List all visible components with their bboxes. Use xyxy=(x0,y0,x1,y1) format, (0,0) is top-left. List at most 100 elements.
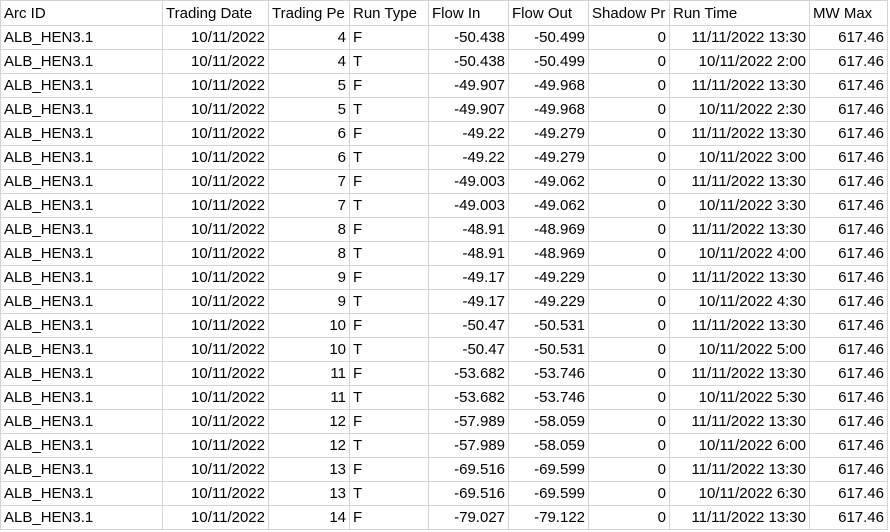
cell-flow-out[interactable]: -48.969 xyxy=(508,217,589,242)
cell-run-type[interactable]: F xyxy=(349,409,429,434)
cell-arc-id[interactable]: ALB_HEN3.1 xyxy=(0,289,163,314)
cell-flow-in[interactable]: -53.682 xyxy=(428,385,509,410)
cell-trading-date[interactable]: 10/11/2022 xyxy=(162,409,269,434)
cell-trading-date[interactable]: 10/11/2022 xyxy=(162,361,269,386)
cell-trading-period[interactable]: 7 xyxy=(268,169,350,194)
header-cell-run-time[interactable]: Run Time xyxy=(669,0,810,26)
cell-arc-id[interactable]: ALB_HEN3.1 xyxy=(0,217,163,242)
cell-arc-id[interactable]: ALB_HEN3.1 xyxy=(0,385,163,410)
cell-shadow-price[interactable]: 0 xyxy=(588,241,670,266)
cell-arc-id[interactable]: ALB_HEN3.1 xyxy=(0,25,163,50)
header-cell-trading-date[interactable]: Trading Date xyxy=(162,0,269,26)
cell-flow-out[interactable]: -49.968 xyxy=(508,97,589,122)
cell-shadow-price[interactable]: 0 xyxy=(588,337,670,362)
cell-arc-id[interactable]: ALB_HEN3.1 xyxy=(0,169,163,194)
cell-trading-date[interactable]: 10/11/2022 xyxy=(162,337,269,362)
cell-shadow-price[interactable]: 0 xyxy=(588,481,670,506)
cell-flow-in[interactable]: -48.91 xyxy=(428,217,509,242)
cell-flow-out[interactable]: -58.059 xyxy=(508,433,589,458)
cell-trading-date[interactable]: 10/11/2022 xyxy=(162,241,269,266)
cell-shadow-price[interactable]: 0 xyxy=(588,361,670,386)
cell-flow-out[interactable]: -53.746 xyxy=(508,361,589,386)
cell-trading-date[interactable]: 10/11/2022 xyxy=(162,145,269,170)
cell-arc-id[interactable]: ALB_HEN3.1 xyxy=(0,505,163,530)
cell-run-type[interactable]: T xyxy=(349,97,429,122)
cell-shadow-price[interactable]: 0 xyxy=(588,313,670,338)
cell-flow-in[interactable]: -49.003 xyxy=(428,169,509,194)
cell-run-type[interactable]: T xyxy=(349,385,429,410)
cell-run-time[interactable]: 11/11/2022 13:30 xyxy=(669,25,810,50)
cell-arc-id[interactable]: ALB_HEN3.1 xyxy=(0,265,163,290)
cell-trading-period[interactable]: 4 xyxy=(268,49,350,74)
cell-trading-period[interactable]: 12 xyxy=(268,433,350,458)
cell-flow-out[interactable]: -49.968 xyxy=(508,73,589,98)
cell-arc-id[interactable]: ALB_HEN3.1 xyxy=(0,361,163,386)
cell-run-type[interactable]: T xyxy=(349,433,429,458)
cell-arc-id[interactable]: ALB_HEN3.1 xyxy=(0,481,163,506)
cell-flow-in[interactable]: -49.907 xyxy=(428,97,509,122)
cell-trading-period[interactable]: 6 xyxy=(268,145,350,170)
cell-trading-date[interactable]: 10/11/2022 xyxy=(162,385,269,410)
cell-flow-out[interactable]: -50.531 xyxy=(508,313,589,338)
cell-flow-in[interactable]: -53.682 xyxy=(428,361,509,386)
cell-run-time[interactable]: 11/11/2022 13:30 xyxy=(669,361,810,386)
cell-arc-id[interactable]: ALB_HEN3.1 xyxy=(0,241,163,266)
cell-flow-out[interactable]: -53.746 xyxy=(508,385,589,410)
header-cell-flow-in[interactable]: Flow In xyxy=(428,0,509,26)
cell-run-time[interactable]: 11/11/2022 13:30 xyxy=(669,409,810,434)
cell-run-time[interactable]: 11/11/2022 13:30 xyxy=(669,217,810,242)
cell-shadow-price[interactable]: 0 xyxy=(588,505,670,530)
cell-flow-in[interactable]: -48.91 xyxy=(428,241,509,266)
cell-run-time[interactable]: 11/11/2022 13:30 xyxy=(669,313,810,338)
cell-run-time[interactable]: 10/11/2022 5:30 xyxy=(669,385,810,410)
cell-arc-id[interactable]: ALB_HEN3.1 xyxy=(0,121,163,146)
cell-flow-in[interactable]: -49.003 xyxy=(428,193,509,218)
cell-flow-in[interactable]: -49.22 xyxy=(428,145,509,170)
header-cell-trading-period[interactable]: Trading Pe xyxy=(268,0,350,26)
cell-run-type[interactable]: F xyxy=(349,265,429,290)
cell-shadow-price[interactable]: 0 xyxy=(588,217,670,242)
cell-arc-id[interactable]: ALB_HEN3.1 xyxy=(0,193,163,218)
cell-shadow-price[interactable]: 0 xyxy=(588,97,670,122)
cell-run-type[interactable]: F xyxy=(349,73,429,98)
header-cell-mw-max[interactable]: MW Max xyxy=(809,0,888,26)
cell-run-time[interactable]: 10/11/2022 2:00 xyxy=(669,49,810,74)
cell-run-type[interactable]: T xyxy=(349,49,429,74)
cell-trading-period[interactable]: 5 xyxy=(268,97,350,122)
cell-trading-date[interactable]: 10/11/2022 xyxy=(162,457,269,482)
header-cell-flow-out[interactable]: Flow Out xyxy=(508,0,589,26)
cell-shadow-price[interactable]: 0 xyxy=(588,169,670,194)
cell-run-type[interactable]: F xyxy=(349,217,429,242)
cell-flow-out[interactable]: -49.229 xyxy=(508,265,589,290)
cell-mw-max[interactable]: 617.46 xyxy=(809,169,888,194)
cell-run-type[interactable]: F xyxy=(349,361,429,386)
cell-flow-out[interactable]: -49.062 xyxy=(508,193,589,218)
cell-mw-max[interactable]: 617.46 xyxy=(809,145,888,170)
cell-mw-max[interactable]: 617.46 xyxy=(809,361,888,386)
cell-run-type[interactable]: T xyxy=(349,481,429,506)
cell-shadow-price[interactable]: 0 xyxy=(588,433,670,458)
cell-trading-period[interactable]: 4 xyxy=(268,25,350,50)
cell-trading-period[interactable]: 12 xyxy=(268,409,350,434)
cell-trading-period[interactable]: 6 xyxy=(268,121,350,146)
cell-run-type[interactable]: F xyxy=(349,505,429,530)
cell-mw-max[interactable]: 617.46 xyxy=(809,241,888,266)
cell-flow-out[interactable]: -49.279 xyxy=(508,145,589,170)
cell-shadow-price[interactable]: 0 xyxy=(588,25,670,50)
cell-run-time[interactable]: 10/11/2022 6:00 xyxy=(669,433,810,458)
cell-shadow-price[interactable]: 0 xyxy=(588,49,670,74)
cell-flow-in[interactable]: -69.516 xyxy=(428,457,509,482)
cell-flow-out[interactable]: -69.599 xyxy=(508,481,589,506)
cell-run-time[interactable]: 11/11/2022 13:30 xyxy=(669,73,810,98)
cell-flow-out[interactable]: -49.062 xyxy=(508,169,589,194)
cell-flow-out[interactable]: -58.059 xyxy=(508,409,589,434)
cell-mw-max[interactable]: 617.46 xyxy=(809,505,888,530)
cell-run-type[interactable]: T xyxy=(349,145,429,170)
cell-shadow-price[interactable]: 0 xyxy=(588,289,670,314)
cell-mw-max[interactable]: 617.46 xyxy=(809,289,888,314)
cell-flow-in[interactable]: -49.17 xyxy=(428,289,509,314)
cell-shadow-price[interactable]: 0 xyxy=(588,265,670,290)
cell-flow-out[interactable]: -49.229 xyxy=(508,289,589,314)
cell-arc-id[interactable]: ALB_HEN3.1 xyxy=(0,313,163,338)
cell-arc-id[interactable]: ALB_HEN3.1 xyxy=(0,145,163,170)
